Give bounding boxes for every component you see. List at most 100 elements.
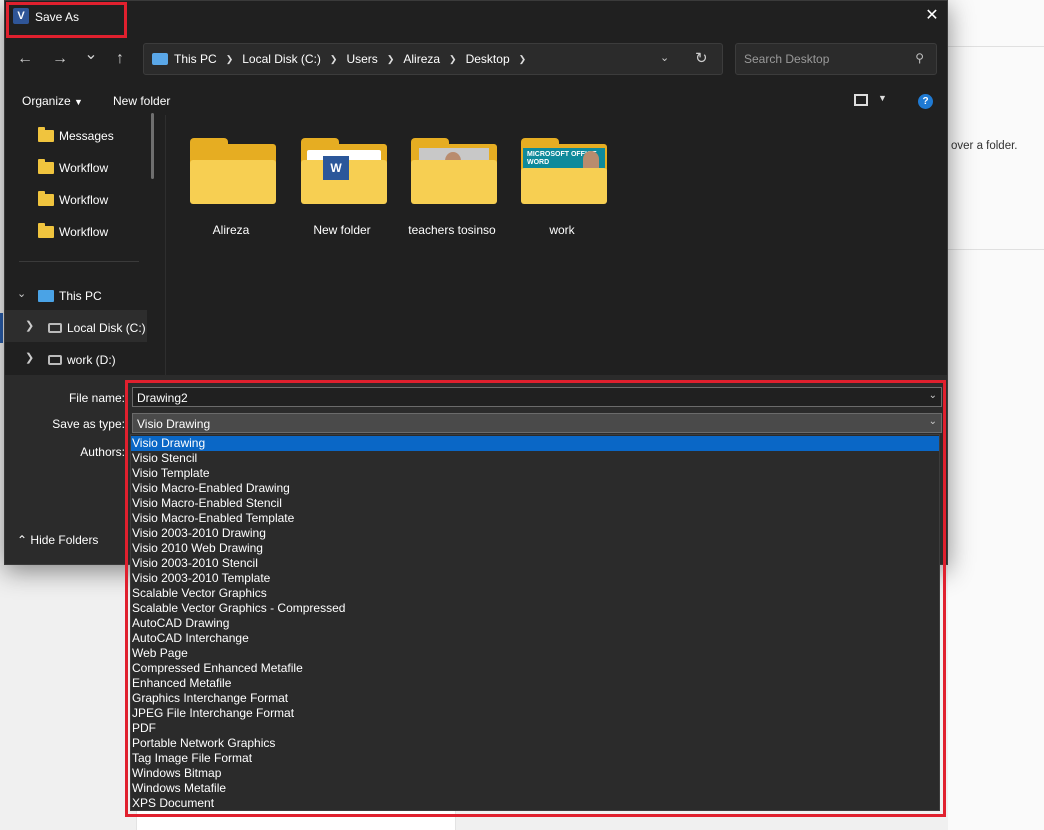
search-input[interactable]: [744, 50, 904, 68]
save-type-option[interactable]: Web Page: [131, 646, 939, 661]
sidebar-item-label: work (D:): [67, 353, 116, 367]
save-type-option[interactable]: XPS Document: [131, 796, 939, 811]
word-document-icon: W: [323, 156, 349, 180]
save-type-option[interactable]: Visio 2003-2010 Template: [131, 571, 939, 586]
new-folder-button[interactable]: New folder: [113, 94, 170, 108]
address-dropdown-icon[interactable]: ⌄: [660, 51, 669, 64]
save-type-option[interactable]: Scalable Vector Graphics - Compressed: [131, 601, 939, 616]
sidebar-item-messages[interactable]: Messages: [5, 118, 145, 150]
authors-label: Authors:: [80, 445, 125, 459]
sidebar-scrollbar[interactable]: [151, 113, 154, 179]
breadcrumb-item[interactable]: Desktop: [466, 52, 510, 66]
chevron-up-icon: ⌃: [17, 533, 28, 547]
address-bar[interactable]: This PC ❯ Local Disk (C:) ❯ Users ❯ Alireza…: [143, 43, 723, 75]
save-type-option[interactable]: Visio 2010 Web Drawing: [131, 541, 939, 556]
folder-icon: [411, 138, 497, 204]
chevron-right-icon[interactable]: ❯: [25, 319, 34, 332]
recent-locations-button[interactable]: ⌄: [79, 43, 103, 67]
save-type-option[interactable]: Visio Template: [131, 466, 939, 481]
up-button[interactable]: ↑: [108, 47, 132, 71]
save-type-option[interactable]: Graphics Interchange Format: [131, 691, 939, 706]
sidebar-item-workflow[interactable]: Workflow: [5, 214, 145, 246]
breadcrumb-chevron-icon[interactable]: ❯: [330, 54, 338, 65]
folder-icon: [38, 191, 54, 206]
breadcrumb-chevron-icon[interactable]: ❯: [226, 54, 234, 65]
chevron-down-icon[interactable]: ⌄: [929, 416, 937, 427]
sidebar-item-label: Messages: [59, 129, 114, 143]
sidebar-item-label: This PC: [59, 289, 102, 303]
chevron-right-icon[interactable]: ❯: [25, 351, 34, 364]
save-type-option[interactable]: Visio Macro-Enabled Stencil: [131, 496, 939, 511]
chevron-down-icon[interactable]: ⌄: [929, 390, 937, 401]
save-type-option[interactable]: AutoCAD Interchange: [131, 631, 939, 646]
help-icon[interactable]: ?: [918, 94, 933, 109]
save-type-option[interactable]: Visio Macro-Enabled Template: [131, 511, 939, 526]
save-type-option[interactable]: Visio Stencil: [131, 451, 939, 466]
breadcrumb-item[interactable]: Users: [346, 52, 377, 66]
sidebar-item-label: Workflow: [59, 161, 109, 175]
save-type-option[interactable]: Windows Metafile: [131, 781, 939, 796]
breadcrumb-chevron-icon[interactable]: ❯: [387, 54, 395, 65]
save-type-option[interactable]: PDF: [131, 721, 939, 736]
computer-icon: [38, 290, 54, 302]
save-type-dropdown-list[interactable]: Visio Drawing Visio Stencil Visio Template…: [130, 434, 940, 811]
organize-label: Organize: [22, 94, 71, 108]
folder-icon: [190, 138, 276, 204]
forward-button[interactable]: →: [48, 47, 72, 71]
save-as-type-select[interactable]: Visio Drawing ⌄: [132, 413, 942, 433]
file-item[interactable]: W New folder: [292, 134, 392, 244]
save-type-option[interactable]: Visio Drawing: [131, 436, 939, 451]
drive-icon: [48, 355, 62, 365]
breadcrumb-item[interactable]: Alireza: [403, 52, 440, 66]
view-options-icon[interactable]: [854, 94, 868, 106]
breadcrumb-item[interactable]: This PC: [174, 52, 217, 66]
save-type-option[interactable]: Portable Network Graphics: [131, 736, 939, 751]
refresh-icon[interactable]: ↻: [695, 49, 708, 67]
search-icon[interactable]: ⚲: [915, 51, 924, 65]
folder-icon: [38, 223, 54, 238]
chevron-down-icon[interactable]: ▼: [878, 93, 887, 103]
file-name-field[interactable]: Drawing2 ⌄: [132, 387, 942, 407]
file-name: New folder: [313, 223, 371, 237]
search-box[interactable]: ⚲: [735, 43, 937, 75]
file-item[interactable]: Alireza: [181, 134, 281, 244]
title-bar[interactable]: V Save As ✕: [5, 1, 947, 33]
save-type-option[interactable]: Windows Bitmap: [131, 766, 939, 781]
pane-divider[interactable]: [165, 115, 166, 375]
save-type-option[interactable]: Visio 2003-2010 Stencil: [131, 556, 939, 571]
save-type-option[interactable]: Visio Macro-Enabled Drawing: [131, 481, 939, 496]
save-type-option[interactable]: JPEG File Interchange Format: [131, 706, 939, 721]
sidebar-item-work-d[interactable]: ❯ work (D:): [5, 342, 145, 374]
save-type-option[interactable]: Tag Image File Format: [131, 751, 939, 766]
this-pc-icon: [152, 53, 168, 65]
back-button[interactable]: ←: [13, 47, 37, 71]
hide-folders-label: Hide Folders: [30, 533, 99, 547]
sidebar-item-label: Local Disk (C:): [67, 321, 146, 335]
sidebar-item-this-pc[interactable]: ⌄ This PC: [5, 278, 145, 310]
file-item[interactable]: MICROSOFT OFFICE WORD work: [512, 134, 612, 244]
chevron-down-icon[interactable]: ⌄: [17, 287, 26, 300]
save-type-option[interactable]: Scalable Vector Graphics: [131, 586, 939, 601]
background-hint-text: over a folder.: [951, 140, 1018, 152]
background-divider: [948, 46, 1044, 47]
save-type-option[interactable]: AutoCAD Drawing: [131, 616, 939, 631]
organize-button[interactable]: Organize ▼: [22, 94, 83, 108]
sidebar-item-label: Workflow: [59, 225, 109, 239]
sidebar-item-workflow[interactable]: Workflow: [5, 150, 145, 182]
file-item[interactable]: teachers tosinso: [402, 134, 502, 244]
file-name: work: [549, 223, 575, 237]
breadcrumb-chevron-icon[interactable]: ❯: [449, 54, 457, 65]
navigation-pane: Messages Workflow Workflow Workflow ⌄ Th…: [5, 115, 163, 375]
hide-folders-button[interactable]: ⌃ Hide Folders: [17, 533, 98, 547]
chevron-down-icon: ▼: [74, 97, 83, 107]
save-type-option[interactable]: Enhanced Metafile: [131, 676, 939, 691]
save-type-option[interactable]: Compressed Enhanced Metafile: [131, 661, 939, 676]
sidebar-item-workflow[interactable]: Workflow: [5, 182, 145, 214]
breadcrumb-chevron-icon[interactable]: ❯: [519, 54, 527, 65]
breadcrumb-item[interactable]: Local Disk (C:): [242, 52, 321, 66]
sidebar-divider: [19, 261, 139, 262]
title-highlight-annotation: [6, 2, 127, 38]
sidebar-item-local-disk-c[interactable]: ❯ Local Disk (C:): [5, 310, 147, 342]
save-type-option[interactable]: Visio 2003-2010 Drawing: [131, 526, 939, 541]
close-button[interactable]: ✕: [917, 1, 947, 31]
